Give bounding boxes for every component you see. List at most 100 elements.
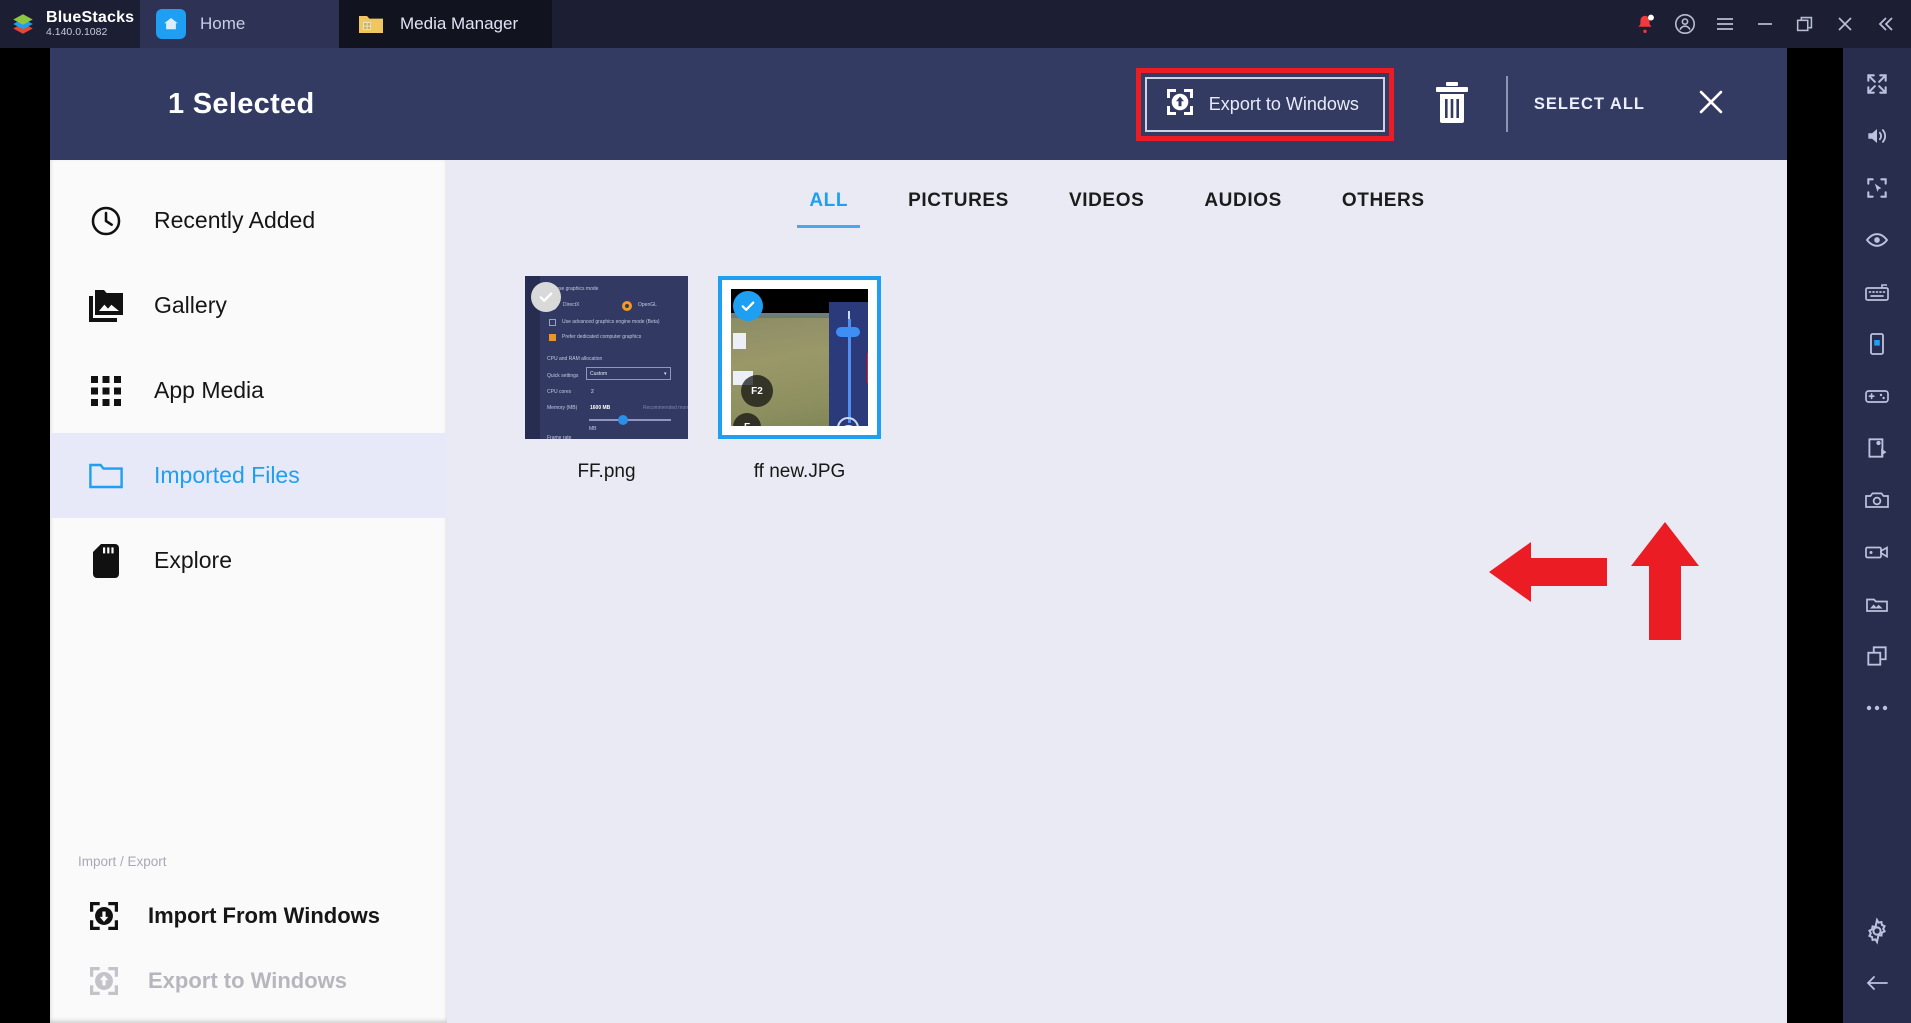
- eye-icon[interactable]: [1851, 214, 1903, 266]
- import-from-windows-icon: [86, 898, 122, 934]
- sidebar-section-title: Import / Export: [78, 854, 167, 869]
- sidebar-item-imported-files[interactable]: Imported Files: [50, 433, 447, 518]
- keyboard-controls-icon[interactable]: [1851, 266, 1903, 318]
- export-to-windows-label: Export to Windows: [1208, 93, 1359, 114]
- folder-icon: [88, 458, 124, 494]
- ss-row2-value: 2: [591, 389, 594, 395]
- record-video-icon[interactable]: [1851, 526, 1903, 578]
- tab-home-label: Home: [200, 14, 246, 33]
- sidebar-export-label: Export to Windows: [148, 967, 348, 993]
- grid-apps-icon: [88, 373, 124, 409]
- volume-icon[interactable]: [1851, 110, 1903, 162]
- brand: BlueStacks 4.140.0.1082: [0, 0, 140, 48]
- sidebar-item-recently-added[interactable]: Recently Added: [50, 178, 447, 263]
- settings-gear-icon[interactable]: [1851, 905, 1903, 957]
- sidebar-item-gallery[interactable]: Gallery: [50, 263, 447, 348]
- sidebar-import-label: Import From Windows: [148, 902, 381, 928]
- folder-icon: [356, 9, 386, 39]
- sidebar-nav-list: Recently Added Gallery App Media Importe…: [50, 160, 447, 603]
- unselected-check-icon[interactable]: [531, 282, 561, 312]
- file-name-label: ff new.JPG: [753, 461, 846, 482]
- trash-icon: [1432, 81, 1472, 128]
- screenshot-camera-icon[interactable]: [1851, 474, 1903, 526]
- ss-row3-label: Memory (MB): [547, 405, 578, 411]
- tab-pictures[interactable]: PICTURES: [878, 190, 1039, 228]
- sidebar-import-from-windows[interactable]: Import From Windows: [50, 883, 447, 948]
- sidebar-item-label: Explore: [154, 547, 232, 573]
- sidebar-export-to-windows[interactable]: Export to Windows: [50, 948, 447, 1013]
- left-sidebar: Recently Added Gallery App Media Importe…: [50, 160, 447, 1023]
- ss-section3: Frame rate: [547, 435, 572, 439]
- file-card[interactable]: Choose graphics mode DirectX OpenGL Use …: [525, 276, 688, 483]
- more-options-icon[interactable]: [1851, 682, 1903, 734]
- ss-radio2: OpenGL: [638, 302, 657, 308]
- ss-radio1: DirectX: [563, 302, 580, 308]
- script-play-icon[interactable]: [1851, 422, 1903, 474]
- minimize-icon[interactable]: [1745, 0, 1785, 48]
- tab-media-manager-label: Media Manager: [400, 14, 519, 33]
- header-divider: [1505, 76, 1508, 132]
- collapse-sidebar-icon[interactable]: [1865, 0, 1905, 48]
- multi-instance-icon[interactable]: [1851, 630, 1903, 682]
- close-icon[interactable]: [1825, 0, 1865, 48]
- export-to-windows-icon: [1166, 88, 1193, 120]
- ss-row2-label: CPU cores: [547, 389, 572, 395]
- export-to-windows-icon: [86, 963, 122, 999]
- close-selection-button[interactable]: [1691, 84, 1731, 124]
- game-button-f2: F2: [741, 375, 773, 407]
- file-name-label: FF.png: [577, 461, 636, 482]
- hamburger-menu-icon[interactable]: [1705, 0, 1745, 48]
- restore-icon[interactable]: [1785, 0, 1825, 48]
- account-icon[interactable]: [1665, 0, 1705, 48]
- tab-all[interactable]: ALL: [779, 190, 878, 228]
- right-toolbar: [1843, 48, 1911, 1023]
- annotation-arrow-left: [1489, 542, 1607, 602]
- tab-home[interactable]: Home: [140, 0, 340, 48]
- sidebar-item-label: Recently Added: [154, 207, 316, 233]
- window-controls: [1625, 0, 1911, 48]
- sidebar-item-explore[interactable]: Explore: [50, 518, 447, 603]
- notifications-bell-icon[interactable]: [1625, 0, 1665, 48]
- export-to-windows-button[interactable]: Export to Windows: [1144, 76, 1385, 132]
- tab-audios[interactable]: AUDIOS: [1174, 190, 1312, 228]
- bluestacks-window: BlueStacks 4.140.0.1082 Home Media Manag…: [0, 0, 1911, 1023]
- brand-name: BlueStacks: [46, 9, 135, 27]
- file-card[interactable]: F2 F: [718, 276, 881, 483]
- tab-videos[interactable]: VIDEOS: [1039, 190, 1174, 228]
- ss-row3-value: 1600 MB: [590, 405, 611, 411]
- tab-media-manager[interactable]: Media Manager: [340, 0, 552, 48]
- selected-count-label: 1 Selected: [168, 87, 315, 120]
- titlebar: BlueStacks 4.140.0.1082 Home Media Manag…: [0, 0, 1911, 48]
- file-thumbnail[interactable]: Choose graphics mode DirectX OpenGL Use …: [525, 276, 688, 439]
- selection-actions: Export to Windows SELECT ALL: [1135, 67, 1787, 141]
- cursor-target-icon[interactable]: [1851, 162, 1903, 214]
- select-all-button[interactable]: SELECT ALL: [1534, 95, 1645, 114]
- tab-others[interactable]: OTHERS: [1312, 190, 1455, 228]
- ss-check2: Prefer dedicated computer graphics: [562, 334, 642, 340]
- ss-section2: CPU and RAM allocation: [547, 356, 603, 362]
- media-manager-icon[interactable]: [1851, 578, 1903, 630]
- bluestacks-logo-icon: [13, 14, 33, 34]
- ss-row1-label: Quick settings: [547, 373, 579, 379]
- sidebar-import-export-section: Import / Export Import From Windows Expo…: [50, 854, 447, 1023]
- rotate-portrait-icon[interactable]: [1851, 318, 1903, 370]
- selected-check-icon[interactable]: [733, 291, 763, 321]
- file-thumbnail-selected[interactable]: F2 F: [718, 276, 881, 439]
- ss-row1-value: Custom: [590, 371, 608, 377]
- photo-library-icon: [88, 288, 124, 324]
- game-eye-red-highlight: [867, 353, 868, 383]
- back-arrow-icon[interactable]: [1851, 957, 1903, 1009]
- gamepad-icon[interactable]: [1851, 370, 1903, 422]
- export-button-highlight-wrap: Export to Windows: [1135, 67, 1394, 141]
- sidebar-item-label: Imported Files: [154, 462, 300, 488]
- media-manager-stage: 1 Selected Export to Windows SELECT ALL …: [50, 48, 1843, 1023]
- sidebar-item-app-media[interactable]: App Media: [50, 348, 447, 433]
- sidebar-item-label: App Media: [154, 377, 264, 403]
- window-tabs: Home Media Manager: [140, 0, 552, 48]
- brand-version: 4.140.0.1082: [46, 25, 108, 38]
- sd-card-icon: [88, 543, 124, 579]
- delete-button[interactable]: [1424, 76, 1480, 132]
- home-icon: [156, 9, 186, 39]
- fullscreen-icon[interactable]: [1851, 58, 1903, 110]
- main-content: ALL PICTURES VIDEOS AUDIOS OTHERS Choose…: [447, 160, 1787, 1023]
